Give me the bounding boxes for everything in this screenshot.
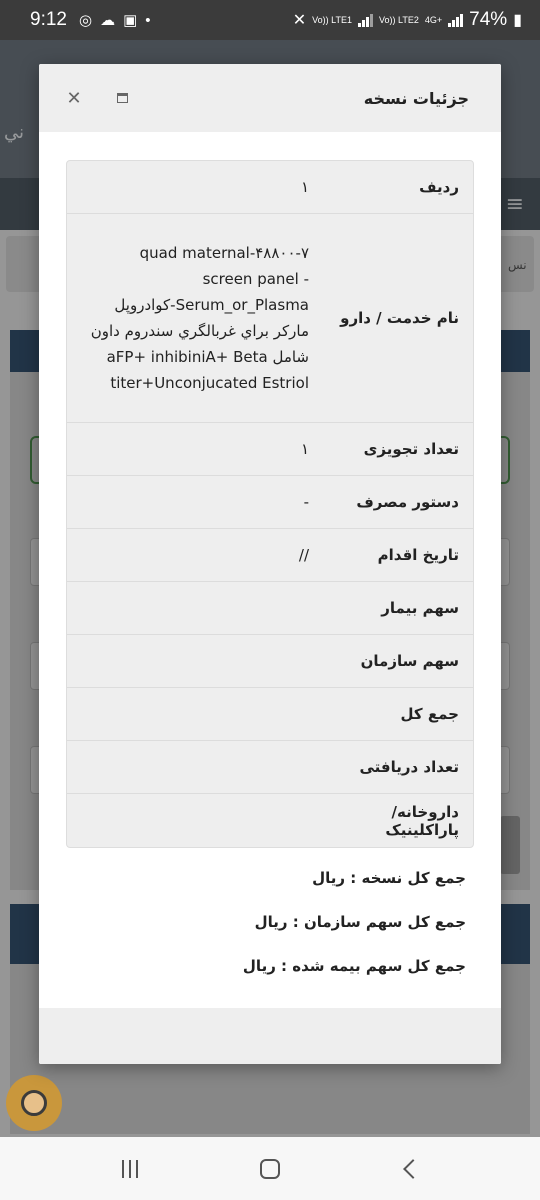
- row-label: تعداد دریافتی: [359, 758, 459, 776]
- table-row: دستور مصرف -: [67, 476, 473, 529]
- row-label: جمع کل: [400, 705, 459, 723]
- support-agent-icon: [21, 1090, 47, 1116]
- total-organization-share: جمع کل سهم سازمان : ریال: [254, 913, 466, 931]
- row-value: [67, 757, 321, 777]
- row-label: دستور مصرف: [356, 493, 459, 511]
- table-row: تعداد دریافتی: [67, 741, 473, 794]
- row-label: تاریخ اقدام: [377, 546, 459, 564]
- dot-icon: •: [145, 11, 151, 29]
- battery-level: 74%: [469, 9, 508, 30]
- table-row: نام خدمت / دارو quad maternal-۴۸۸۰۰-۷ sc…: [67, 214, 473, 423]
- total-insured-share: جمع کل سهم بیمه شده : ریال: [242, 957, 466, 975]
- total-prescription: جمع کل نسخه : ریال: [312, 869, 466, 887]
- status-time: 9:12: [30, 9, 67, 30]
- modal-title: جزئیات نسخه: [363, 88, 469, 108]
- status-right: ✕ Vo)) LTE1 Vo)) LTE2 4G+ 74% ▮: [293, 9, 522, 31]
- row-value: ۱: [300, 440, 309, 458]
- details-table: ردیف ۱ نام خدمت / دارو quad maternal-۴۸۸…: [66, 160, 474, 848]
- row-value: ۱: [300, 178, 309, 196]
- row-value: [67, 704, 321, 724]
- table-row: ردیف ۱: [67, 161, 473, 214]
- system-navigation-bar: [0, 1137, 540, 1200]
- row-value: //: [298, 546, 309, 564]
- row-value: quad maternal-۴۸۸۰۰-۷ screen panel - Ser…: [90, 244, 309, 392]
- recent-apps-button[interactable]: [110, 1149, 150, 1189]
- row-value: [67, 651, 321, 671]
- row-value: [67, 598, 321, 618]
- row-label: داروخانه/پاراکلینیک: [385, 802, 459, 839]
- table-row: سهم سازمان: [67, 635, 473, 688]
- home-button[interactable]: [250, 1149, 290, 1189]
- table-row: تعداد تجویزی ۱: [67, 423, 473, 476]
- back-button[interactable]: [390, 1149, 430, 1189]
- signal-2-icon: [448, 13, 464, 27]
- network-1: Vo)) LTE1: [312, 15, 353, 25]
- network-type: 4G+: [424, 15, 443, 25]
- table-row: تاریخ اقدام //: [67, 529, 473, 582]
- table-row: سهم بیمار: [67, 582, 473, 635]
- row-value: -: [303, 493, 309, 511]
- signal-1-icon: [358, 13, 374, 27]
- totals-summary: جمع کل نسخه : ریال جمع کل سهم سازمان : ر…: [66, 856, 466, 988]
- mute-icon: ✕: [292, 12, 307, 29]
- support-avatar[interactable]: [6, 1075, 62, 1131]
- image-icon: ▣: [123, 12, 138, 29]
- status-bar: 9:12 ◎ ☁ ▣ • ✕ Vo)) LTE1 Vo)) LTE2 4G+ 7…: [0, 0, 540, 40]
- cloud-icon: ☁: [100, 12, 116, 29]
- prescription-details-modal: جزئیات نسخه ✕ ردیف ۱ نام خدمت / دارو qua…: [39, 64, 501, 1064]
- row-value: [67, 811, 321, 831]
- row-label: سهم بیمار: [381, 599, 459, 617]
- modal-actions: ✕: [63, 87, 133, 109]
- close-icon[interactable]: ✕: [63, 87, 85, 109]
- status-notification-icons: ◎ ☁ ▣ •: [78, 11, 151, 30]
- instagram-icon: ◎: [78, 12, 93, 29]
- row-label: ردیف: [419, 178, 459, 196]
- row-label: نام خدمت / دارو: [340, 309, 459, 327]
- row-label: تعداد تجویزی: [363, 440, 459, 458]
- table-row: داروخانه/پاراکلینیک: [67, 794, 473, 847]
- row-label: سهم سازمان: [360, 652, 459, 670]
- modal-footer: [39, 1008, 501, 1064]
- network-2: Vo)) LTE2: [379, 15, 419, 25]
- table-row: جمع کل: [67, 688, 473, 741]
- maximize-icon[interactable]: [111, 87, 133, 109]
- modal-header: جزئیات نسخه ✕: [39, 64, 501, 132]
- battery-icon: ▮: [513, 12, 522, 29]
